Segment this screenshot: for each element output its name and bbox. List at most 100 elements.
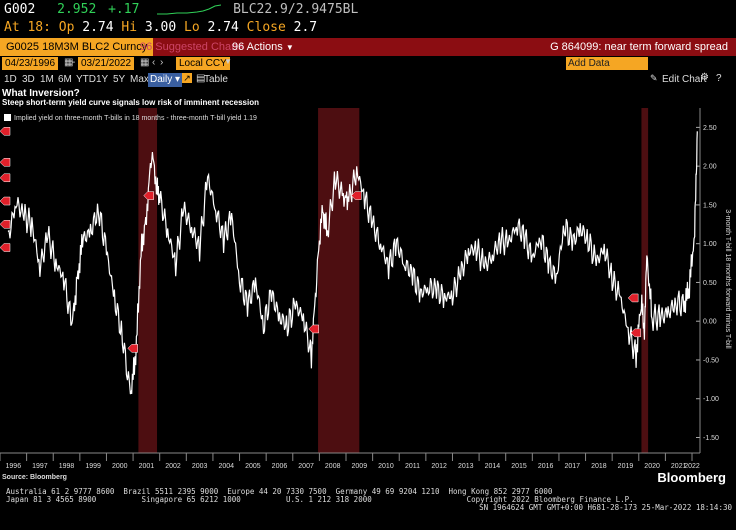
event-marker-icon[interactable] [127, 344, 139, 353]
x-tick-label: 2002 [165, 463, 181, 470]
add-data-input[interactable]: Add Data [566, 57, 648, 70]
period-1y[interactable]: 1Y [96, 73, 108, 87]
y-tick-label: 2.50 [703, 125, 717, 132]
table-button[interactable]: Table [204, 73, 228, 87]
x-tick-label: 2003 [192, 463, 208, 470]
x-tick-label: 2010 [378, 463, 394, 470]
recession-band [641, 108, 649, 453]
sparkline-icon [157, 4, 222, 14]
chevron-down-icon[interactable]: ▼ [224, 57, 232, 66]
x-axis: 1996 1997 1998 1999 2000 2001 2002 2003 2004 2005… [0, 452, 700, 470]
currency-select[interactable]: Local CCY [176, 57, 230, 70]
event-marker-icon[interactable] [0, 173, 11, 183]
x-tick-label: 2015 [511, 463, 527, 470]
quote-time: At 18: [4, 20, 51, 35]
y-tick-label: -0.50 [703, 357, 719, 364]
security-selector[interactable]: G0025 18M3M BLC2 Curncy [0, 38, 154, 56]
recession-band [138, 108, 158, 453]
event-marker-icon[interactable] [308, 324, 319, 334]
start-date-input[interactable]: 04/23/1996 [2, 57, 59, 70]
y-axis: 2.50 2.00 1.50 1.00 0.50 0.00 -0.50 -1.00 -1.50 [696, 108, 719, 453]
quote-line-1: G002 2.952 +.17 BLC22.9/2.9475BL [4, 2, 358, 20]
chart-subtitle: Steep short-term yield curve signals low… [2, 98, 259, 107]
ticker: G002 [4, 2, 36, 17]
help-icon[interactable]: ? [716, 73, 722, 84]
event-marker-icon[interactable] [630, 328, 642, 338]
x-tick-label: 2009 [352, 463, 368, 470]
high-value: 3.00 [144, 20, 177, 35]
compare-price-2: /2.9475BL [287, 2, 359, 17]
event-marker-icon[interactable] [0, 196, 11, 206]
period-bar: 1D 3D 1M 6M YTD 1Y 5Y Max Daily ▾ ↗ ▤ Ta… [0, 72, 736, 88]
x-tick-label: 2006 [272, 463, 288, 470]
x-tick-label: 1999 [85, 463, 101, 470]
price-change: +.17 [108, 2, 140, 17]
quote-line-2: At 18: Op 2.74 Hi 3.00 Lo 2.74 Close 2.7 [4, 20, 317, 38]
period-3d[interactable]: 3D [22, 73, 35, 87]
y-tick-label: 2.00 [703, 164, 717, 171]
actions-menu[interactable]: 96 Actions ▼ [232, 38, 294, 57]
footer-contacts: Australia 61 2 9777 8600 Brazil 5511 239… [6, 488, 732, 512]
x-tick-label: 2005 [245, 463, 261, 470]
suggested-charts-button[interactable]: 96 Suggested Charts [140, 38, 243, 56]
x-tick-label: 2020 [644, 463, 660, 470]
x-tick-label: 2013 [458, 463, 474, 470]
last-price: 2.952 [57, 2, 97, 17]
end-date-input[interactable]: 03/21/2022 [78, 57, 135, 70]
calendar-icon[interactable]: ▦ [140, 57, 149, 68]
settings-icon[interactable]: ⚙ [700, 72, 709, 83]
event-marker-icon[interactable] [627, 293, 639, 303]
brand-logo: Bloomberg [657, 470, 726, 485]
graph-title: G 864099: near term forward spread [550, 41, 728, 53]
x-tick-label: 2019 [618, 463, 634, 470]
close-label: Close [246, 20, 286, 35]
y-axis-label: 3-month T-bill 18 months forward minus T… [724, 209, 731, 349]
edit-icon[interactable]: ✎ [650, 73, 658, 84]
period-ytd[interactable]: YTD [76, 73, 96, 87]
legend-label: Implied yield on three-month T-bills in … [14, 115, 257, 122]
period-6m[interactable]: 6M [58, 73, 72, 87]
date-bar: 04/23/1996 ▦ - 03/21/2022 ▦ ‹ › Local CC… [0, 56, 736, 72]
chevron-down-icon: ▼ [285, 43, 294, 52]
arrow-right-icon[interactable]: › [160, 57, 163, 68]
x-tick-label: 2008 [325, 463, 341, 470]
period-1m[interactable]: 1M [40, 73, 54, 87]
chart-type-icon[interactable]: ↗ [182, 73, 192, 83]
x-tick-label: 1996 [6, 463, 22, 470]
y-tick-label: -1.00 [703, 396, 719, 403]
legend-swatch [4, 114, 11, 121]
event-marker-icon[interactable] [0, 127, 11, 136]
y-tick-label: 1.50 [703, 202, 717, 209]
x-tick-label: 2011 [405, 463, 420, 470]
x-tick-label: 2016 [538, 463, 554, 470]
x-tick-label: 2007 [298, 463, 314, 470]
event-marker-icon[interactable] [0, 158, 11, 167]
y-tick-label: 0.00 [703, 319, 717, 326]
x-tick-label: 2004 [218, 463, 234, 470]
open-label: Op [58, 20, 75, 35]
recession-band [318, 108, 360, 453]
arrow-left-icon[interactable]: ‹ [152, 57, 155, 68]
recession-bands [138, 108, 649, 453]
x-tick-label: 2012 [431, 463, 447, 470]
period-1d[interactable]: 1D [4, 73, 17, 87]
footer-line-3: SN 1964624 GMT GMT+0:00 H681-28-173 25-M… [479, 503, 732, 512]
frequency-select[interactable]: Daily ▾ [148, 73, 183, 87]
x-tick-label: 1998 [59, 463, 75, 470]
low-value: 2.74 [207, 20, 239, 35]
y-tick-label: 1.00 [703, 241, 717, 248]
legend: Implied yield on three-month T-bills in … [4, 114, 257, 122]
period-max[interactable]: Max [130, 73, 149, 87]
period-5y[interactable]: 5Y [113, 73, 125, 87]
high-label: Hi [121, 20, 138, 35]
event-marker-icon[interactable] [0, 220, 11, 229]
x-tick-label: 2000 [112, 463, 128, 470]
x-tick-label: 2022 [684, 463, 700, 470]
low-label: Lo [184, 20, 200, 35]
x-tick-label: 2001 [139, 463, 155, 470]
y-tick-label: -1.50 [703, 435, 719, 442]
line-chart: 2.502.001.501.000.500.00-0.50-1.00-1.50 … [0, 108, 731, 470]
x-tick-label: 2017 [564, 463, 580, 470]
event-marker-icon[interactable] [0, 243, 11, 252]
open-value: 2.74 [82, 20, 114, 35]
